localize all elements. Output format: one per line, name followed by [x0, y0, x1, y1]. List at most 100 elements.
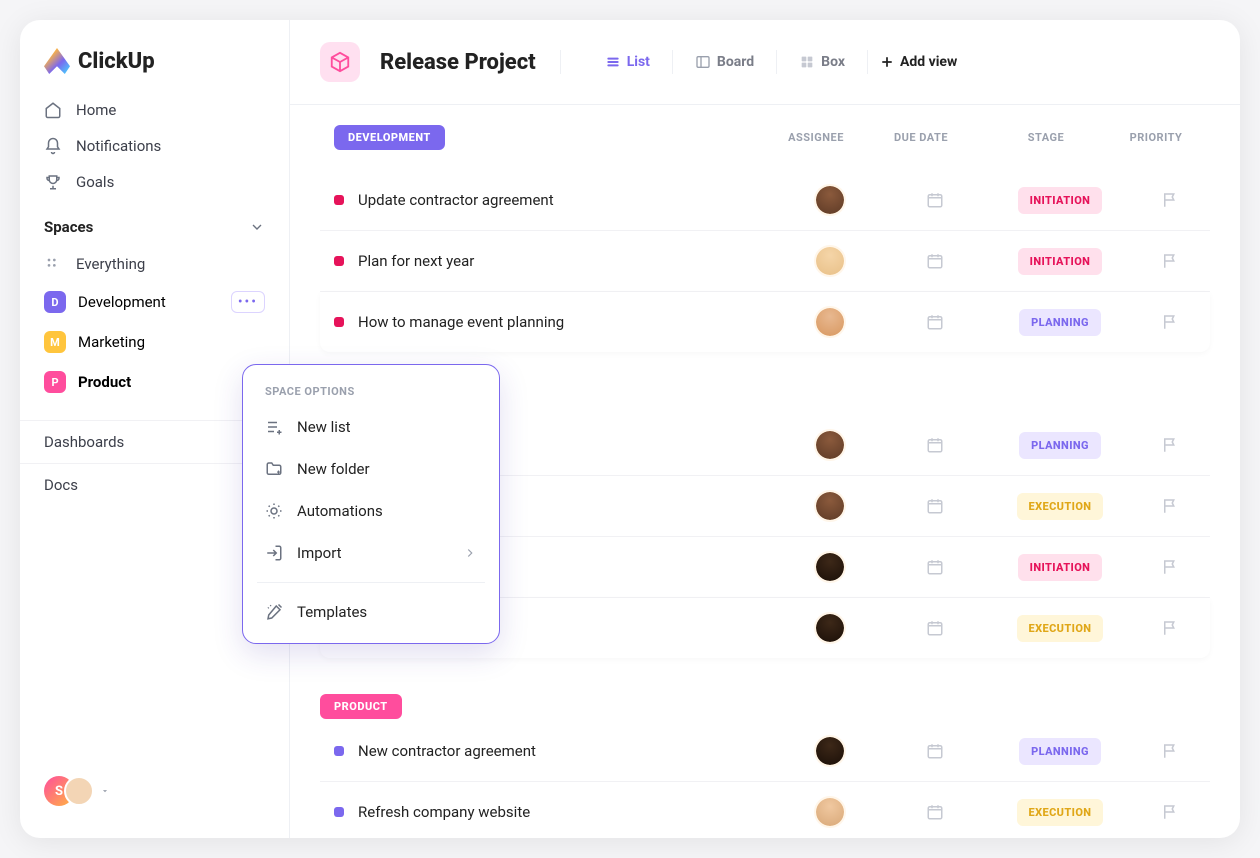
add-view-label: Add view [900, 54, 957, 70]
popover-new-list-label: New list [297, 418, 351, 436]
due-date-cell[interactable] [880, 313, 990, 331]
popover-new-list[interactable]: New list [251, 406, 491, 448]
priority-cell[interactable] [1130, 436, 1210, 454]
due-date-cell[interactable] [880, 803, 990, 821]
col-priority: PRIORITY [1116, 131, 1196, 144]
trophy-icon [44, 173, 62, 191]
task-title: Plan for next year [358, 252, 474, 270]
popover-new-folder[interactable]: New folder [251, 448, 491, 490]
nav-notifications-label: Notifications [76, 137, 161, 155]
stage-badge: PLANNING [1019, 309, 1101, 336]
priority-cell[interactable] [1130, 191, 1210, 209]
assignee-cell[interactable] [780, 429, 880, 461]
avatar [814, 429, 846, 461]
assignee-cell[interactable] [780, 184, 880, 216]
task-row[interactable]: Plan for next year INITIATION [320, 231, 1210, 292]
priority-cell[interactable] [1130, 742, 1210, 760]
due-date-cell[interactable] [880, 436, 990, 454]
docs-label: Docs [44, 476, 78, 494]
popover-automations[interactable]: Automations [251, 490, 491, 532]
space-badge: M [44, 331, 66, 353]
space-options-popover: SPACE OPTIONS New list New folder Automa… [242, 364, 500, 644]
stage-badge: EXECUTION [1017, 615, 1104, 642]
task-title: Refresh company website [358, 803, 530, 821]
spaces-header[interactable]: Spaces [20, 200, 289, 246]
task-row[interactable]: Update contractor agreementINITIATION [320, 170, 1210, 231]
stage-cell[interactable]: INITIATION [990, 554, 1130, 581]
stage-cell[interactable]: EXECUTION [990, 615, 1130, 642]
nav-notifications[interactable]: Notifications [20, 128, 289, 164]
stage-cell[interactable]: INITIATION [990, 248, 1130, 275]
tab-list[interactable]: List [595, 48, 660, 76]
plus-icon [880, 55, 894, 69]
home-icon [44, 101, 62, 119]
tab-board[interactable]: Board [685, 48, 764, 76]
priority-cell[interactable] [1130, 313, 1210, 331]
due-date-cell[interactable] [880, 497, 990, 515]
stage-cell[interactable]: PLANNING [990, 738, 1130, 765]
assignee-cell[interactable] [780, 306, 880, 338]
stage-cell[interactable]: EXECUTION [990, 493, 1130, 520]
everything-label: Everything [76, 255, 145, 273]
clickup-icon [44, 48, 70, 74]
avatar [814, 796, 846, 828]
due-date-cell[interactable] [880, 619, 990, 637]
task-row[interactable]: Refresh company website EXECUTION [320, 782, 1210, 838]
sidebar-space-marketing[interactable]: M Marketing [20, 322, 289, 362]
due-date-cell[interactable] [880, 252, 990, 270]
avatar [814, 735, 846, 767]
stage-cell[interactable]: INITIATION [990, 187, 1130, 214]
assignee-cell[interactable] [780, 796, 880, 828]
tab-box[interactable]: Box [789, 48, 855, 76]
assignee-cell[interactable] [780, 551, 880, 583]
due-date-cell[interactable] [880, 191, 990, 209]
task-group: Update contractor agreementINITIATIONPla… [320, 170, 1210, 352]
brand-logo[interactable]: ClickUp [20, 34, 289, 92]
status-dot [334, 807, 344, 817]
due-date-cell[interactable] [880, 558, 990, 576]
priority-cell[interactable] [1130, 497, 1210, 515]
popover-import[interactable]: Import [251, 532, 491, 574]
new-list-icon [265, 418, 283, 436]
dashboards-label: Dashboards [44, 433, 124, 451]
due-date-cell[interactable] [880, 742, 990, 760]
assignee-cell[interactable] [780, 735, 880, 767]
priority-cell[interactable] [1130, 619, 1210, 637]
box-icon [799, 54, 815, 70]
group-pill[interactable]: PRODUCT [320, 694, 402, 719]
status-dot [334, 195, 344, 205]
stage-cell[interactable]: PLANNING [990, 432, 1130, 459]
list-icon [605, 54, 621, 70]
assignee-cell[interactable] [780, 612, 880, 644]
avatar [814, 612, 846, 644]
priority-cell[interactable] [1130, 558, 1210, 576]
divider [776, 50, 777, 74]
popover-templates[interactable]: Templates [251, 591, 491, 633]
bell-icon [44, 137, 62, 155]
header: Release Project List Board Box [290, 20, 1240, 105]
stage-badge: PLANNING [1019, 738, 1101, 765]
assignee-cell[interactable] [780, 245, 880, 277]
task-row[interactable]: How to manage event planningPLANNING [320, 292, 1210, 352]
col-due: DUE DATE [866, 131, 976, 144]
task-title-cell: Plan for next year [334, 252, 780, 270]
stage-cell[interactable]: PLANNING [990, 309, 1130, 336]
stage-badge: INITIATION [1018, 554, 1103, 581]
app-window: ClickUp Home Notifications Goals Spaces [20, 20, 1240, 838]
user-avatar-stack[interactable]: S [20, 758, 289, 824]
nav-goals[interactable]: Goals [20, 164, 289, 200]
avatar [814, 490, 846, 522]
divider [672, 50, 673, 74]
space-more-button[interactable]: ••• [231, 291, 265, 313]
status-dot [334, 317, 344, 327]
add-view-button[interactable]: Add view [880, 54, 957, 70]
nav-home[interactable]: Home [20, 92, 289, 128]
assignee-cell[interactable] [780, 490, 880, 522]
group-pill-development[interactable]: DEVELOPMENT [334, 125, 445, 150]
sidebar-space-development[interactable]: D Development ••• [20, 282, 289, 322]
stage-cell[interactable]: EXECUTION [990, 799, 1130, 826]
priority-cell[interactable] [1130, 252, 1210, 270]
priority-cell[interactable] [1130, 803, 1210, 821]
task-row[interactable]: New contractor agreementPLANNING [320, 721, 1210, 782]
nav-everything[interactable]: Everything [20, 246, 289, 282]
